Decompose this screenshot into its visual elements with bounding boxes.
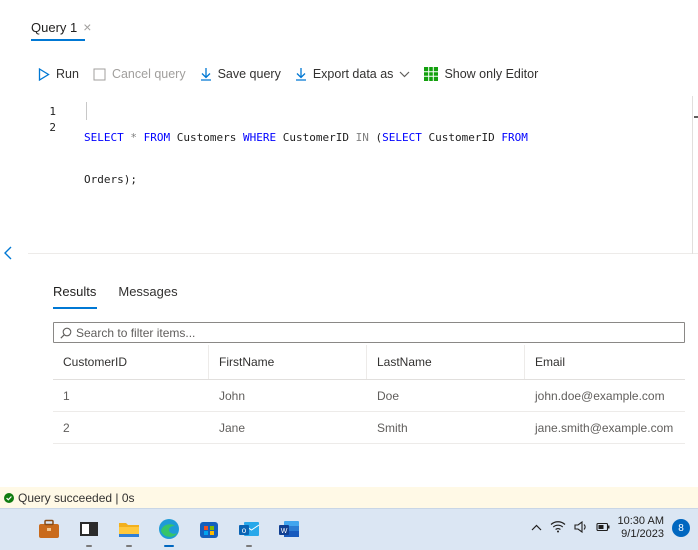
clock-time: 10:30 AM bbox=[617, 515, 664, 527]
stop-icon bbox=[93, 68, 106, 81]
clock-date: 9/1/2023 bbox=[621, 528, 664, 540]
running-indicator bbox=[246, 545, 252, 547]
run-label: Run bbox=[56, 67, 79, 81]
filter-placeholder: Search to filter items... bbox=[76, 325, 196, 340]
column-header[interactable]: FirstName bbox=[209, 345, 367, 379]
download-icon bbox=[295, 67, 307, 81]
active-indicator bbox=[164, 545, 174, 547]
grid-header-row: CustomerID FirstName LastName Email bbox=[53, 345, 685, 380]
show-only-editor-label: Show only Editor bbox=[444, 67, 539, 81]
running-indicator bbox=[126, 545, 132, 547]
scrollbar-marker bbox=[694, 116, 698, 118]
show-only-editor-button[interactable]: Show only Editor bbox=[424, 67, 538, 81]
editor-scrollbar[interactable] bbox=[692, 96, 698, 254]
cancel-query-button[interactable]: Cancel query bbox=[93, 67, 186, 81]
line-number: 1 bbox=[49, 105, 56, 118]
chevron-left-icon[interactable] bbox=[4, 246, 12, 265]
grid-cell: 2 bbox=[63, 420, 70, 435]
app-window: Query 1 × Run Cancel query Save query Ex… bbox=[0, 0, 698, 550]
cancel-query-label: Cancel query bbox=[111, 67, 186, 81]
column-header[interactable]: LastName bbox=[367, 345, 525, 379]
sql-identifier: CustomerID bbox=[276, 131, 356, 144]
volume-icon[interactable] bbox=[573, 520, 588, 536]
sql-operator: * bbox=[123, 131, 144, 144]
query-tab[interactable]: Query 1 bbox=[31, 20, 81, 35]
play-icon bbox=[38, 67, 50, 81]
table-row[interactable]: 2 Jane Smith jane.smith@example.com bbox=[53, 412, 685, 444]
grid-cell: John bbox=[219, 388, 246, 403]
edge-icon[interactable] bbox=[156, 516, 182, 547]
grid-icon bbox=[424, 67, 439, 81]
svg-text:o: o bbox=[242, 526, 247, 535]
code-area[interactable]: SELECT * FROM Customers WHERE CustomerID… bbox=[84, 104, 528, 214]
notification-badge[interactable]: 8 bbox=[672, 519, 690, 537]
grid-cell: jane.smith@example.com bbox=[535, 420, 674, 435]
export-data-label: Export data as bbox=[312, 67, 394, 81]
sql-punctuation: ( bbox=[368, 131, 383, 144]
table-row[interactable]: 1 John Doe john.doe@example.com bbox=[53, 380, 685, 412]
file-explorer-icon[interactable] bbox=[116, 516, 142, 547]
wifi-icon[interactable] bbox=[550, 520, 566, 536]
briefcase-icon[interactable] bbox=[36, 516, 62, 542]
code-line-1: SELECT * FROM Customers WHERE CustomerID… bbox=[84, 130, 528, 146]
column-header[interactable]: Email bbox=[525, 345, 685, 379]
grid-cell: Smith bbox=[377, 420, 408, 435]
results-tab-bar: Results Messages bbox=[53, 284, 178, 309]
query-toolbar: Run Cancel query Save query Export data … bbox=[38, 64, 552, 84]
sql-keyword: FROM bbox=[501, 131, 528, 144]
success-check-icon bbox=[4, 492, 14, 503]
clock[interactable]: 10:30 AM 9/1/2023 bbox=[618, 515, 664, 541]
word-icon[interactable]: W bbox=[276, 516, 302, 542]
running-indicator bbox=[86, 545, 92, 547]
window-icon[interactable] bbox=[76, 516, 102, 547]
sql-identifier: CustomerID bbox=[421, 131, 502, 144]
tab-results[interactable]: Results bbox=[53, 284, 98, 309]
sql-keyword: WHERE bbox=[242, 131, 277, 144]
tab-messages[interactable]: Messages bbox=[118, 284, 177, 299]
export-data-button[interactable]: Export data as bbox=[295, 67, 411, 81]
save-query-button[interactable]: Save query bbox=[200, 67, 281, 81]
grid-cell: Jane bbox=[219, 420, 246, 435]
sql-keyword: SELECT bbox=[382, 131, 422, 144]
chevron-down-icon bbox=[399, 71, 410, 78]
column-header[interactable]: CustomerID bbox=[53, 345, 209, 379]
active-tab-indicator bbox=[31, 39, 85, 41]
grid-cell: Doe bbox=[377, 388, 400, 403]
battery-icon[interactable] bbox=[595, 522, 610, 535]
outlook-icon[interactable]: o bbox=[236, 516, 262, 547]
line-number: 2 bbox=[49, 121, 56, 134]
download-icon bbox=[200, 67, 212, 81]
query-editor-panel: Query 1 × Run Cancel query Save query Ex… bbox=[0, 0, 698, 488]
search-icon bbox=[60, 327, 72, 339]
grid-cell: 1 bbox=[63, 388, 70, 403]
system-tray: 10:30 AM 9/1/2023 8 bbox=[531, 515, 690, 541]
svg-text:W: W bbox=[281, 528, 288, 535]
results-grid: CustomerID FirstName LastName Email 1 Jo… bbox=[53, 345, 685, 444]
sql-editor[interactable]: 1 2 SELECT * FROM Customers WHERE Custom… bbox=[28, 96, 698, 254]
taskbar-apps: o W bbox=[36, 516, 302, 547]
status-text: Query succeeded | 0s bbox=[18, 490, 135, 505]
sql-identifier: Customers bbox=[170, 131, 243, 144]
filter-search-input[interactable]: Search to filter items... bbox=[53, 322, 685, 343]
sql-keyword: SELECT bbox=[84, 131, 124, 144]
run-button[interactable]: Run bbox=[38, 67, 79, 81]
save-query-label: Save query bbox=[217, 67, 281, 81]
query-tab-title: Query 1 bbox=[31, 19, 78, 35]
status-bar: Query succeeded | 0s bbox=[0, 487, 698, 508]
chevron-up-icon[interactable] bbox=[531, 522, 542, 534]
line-number-gutter: 1 2 bbox=[28, 104, 62, 136]
windows-taskbar: o W 10:30 AM 9/1/2023 8 bbox=[0, 508, 698, 550]
code-line-2: Orders); bbox=[84, 173, 137, 186]
store-icon[interactable] bbox=[196, 516, 222, 542]
grid-cell: john.doe@example.com bbox=[535, 388, 665, 403]
sql-operator: IN bbox=[355, 131, 369, 144]
close-tab-icon[interactable]: × bbox=[83, 19, 91, 35]
query-tab-bar: Query 1 × bbox=[31, 14, 91, 40]
sql-keyword: FROM bbox=[143, 131, 171, 144]
